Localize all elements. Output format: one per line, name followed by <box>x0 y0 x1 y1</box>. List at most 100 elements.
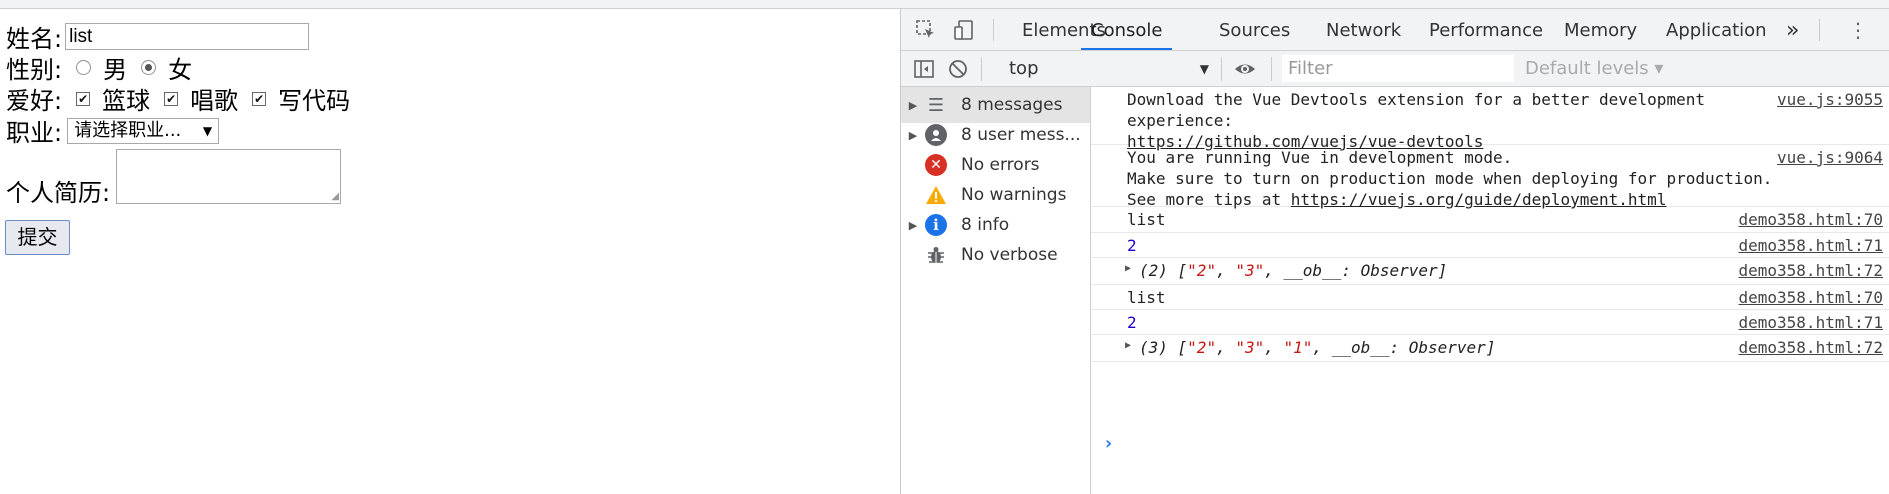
message-line: experience: <box>1127 111 1233 130</box>
console-message: 2 demo358.html:71 <box>1091 310 1889 335</box>
console-prompt-icon[interactable]: › <box>1103 433 1114 454</box>
tab-memory[interactable]: Memory <box>1564 9 1637 50</box>
console-message: 2 demo358.html:71 <box>1091 233 1889 258</box>
source-link[interactable]: vue.js:9064 <box>1777 147 1883 168</box>
sidebar-item-label: 8 info <box>961 215 1010 235</box>
name-input[interactable]: list <box>65 23 310 50</box>
hobby-coding-label: 写代码 <box>278 87 351 115</box>
array-count: (3) <box>1139 338 1168 357</box>
gender-male-label: 男 <box>103 56 128 84</box>
job-row: 职业: 请选择职业... ▼ <box>6 113 220 148</box>
sidebar-item-verbose[interactable]: No verbose <box>901 237 1090 273</box>
array-item: "3" <box>1235 261 1265 280</box>
tab-separator <box>1819 19 1820 41</box>
array-tail: __ob__: Observer] <box>1283 261 1448 280</box>
source-link[interactable]: demo358.html:70 <box>1739 209 1884 230</box>
message-text: list <box>1127 210 1166 229</box>
tab-performance[interactable]: Performance <box>1429 9 1543 50</box>
devtools-tab-bar: Elements Console Sources Network Perform… <box>901 9 1889 51</box>
array-item: "1" <box>1283 338 1313 357</box>
message-line: Download the Vue Devtools extension for … <box>1127 90 1705 109</box>
name-row: 姓名: list <box>6 19 310 54</box>
console-message[interactable]: ▶ (2) ["2", "3", __ob__: Observer] demo3… <box>1091 258 1889 285</box>
hobby-label: 爱好: <box>6 87 63 115</box>
array-item: "3" <box>1235 338 1265 357</box>
gender-label: 性别: <box>6 56 63 84</box>
user-icon <box>925 124 947 146</box>
tab-console[interactable]: Console <box>1081 9 1173 50</box>
tab-separator <box>993 19 994 41</box>
resize-grip-icon[interactable]: ◢ <box>331 192 339 202</box>
sidebar-item-label: No errors <box>961 155 1040 175</box>
toolbar-separator <box>1221 57 1222 81</box>
source-link[interactable]: demo358.html:71 <box>1739 312 1884 333</box>
clear-console-icon[interactable] <box>947 58 969 80</box>
console-toolbar: top ▼ Filter Default levels ▾ <box>901 51 1889 87</box>
warning-icon <box>925 184 947 206</box>
live-expression-eye-icon[interactable] <box>1233 58 1255 80</box>
expand-triangle-icon[interactable]: ▶ <box>1125 263 1131 274</box>
inspect-element-icon[interactable] <box>915 19 937 41</box>
sidebar-item-label: 8 messages <box>961 95 1063 115</box>
array-item: "2" <box>1187 261 1217 280</box>
console-message[interactable]: ▶ (3) ["2", "3", "1", __ob__: Observer] … <box>1091 335 1889 362</box>
info-icon: i <box>925 214 947 236</box>
browser-top-strip <box>0 0 1889 9</box>
more-tabs-button[interactable]: » <box>1786 9 1799 50</box>
console-sidebar: ▶ ☰ 8 messages ▶ 8 user mess... ✕ No err… <box>901 87 1091 494</box>
expand-triangle-icon[interactable]: ▶ <box>901 99 925 112</box>
job-select[interactable]: 请选择职业... ▼ <box>67 117 220 144</box>
console-message: Download the Vue Devtools extension for … <box>1091 87 1889 151</box>
array-item: "2" <box>1187 338 1217 357</box>
context-select[interactable]: top ▼ <box>1009 57 1209 81</box>
hobby-checkbox-basketball[interactable]: ✔ <box>76 91 91 106</box>
select-arrow-icon: ▼ <box>202 123 213 138</box>
expand-triangle-icon[interactable]: ▶ <box>1125 340 1131 351</box>
tab-network[interactable]: Network <box>1326 9 1401 50</box>
source-link[interactable]: demo358.html:70 <box>1739 287 1884 308</box>
sidebar-item-label: No verbose <box>961 245 1058 265</box>
dropdown-arrow-icon: ▼ <box>1199 62 1209 76</box>
array-count: (2) <box>1139 261 1168 280</box>
source-link[interactable]: demo358.html:72 <box>1739 260 1884 281</box>
source-link[interactable]: vue.js:9055 <box>1777 89 1883 110</box>
console-output: Download the Vue Devtools extension for … <box>1091 87 1889 494</box>
source-link[interactable]: demo358.html:71 <box>1739 235 1884 256</box>
console-message: list demo358.html:70 <box>1091 285 1889 310</box>
hobby-checkbox-singing[interactable]: ✔ <box>164 91 179 106</box>
job-label: 职业: <box>6 119 63 147</box>
console-filter-input[interactable]: Filter <box>1282 55 1514 82</box>
array-preview[interactable]: (2) ["2", "3", __ob__: Observer] <box>1139 260 1447 281</box>
source-link[interactable]: demo358.html:72 <box>1739 337 1884 358</box>
message-number: 2 <box>1127 313 1137 332</box>
message-text: Download the Vue Devtools extension for … <box>1127 89 1705 152</box>
array-tail: __ob__: Observer] <box>1331 338 1496 357</box>
tab-sources[interactable]: Sources <box>1219 9 1290 50</box>
message-number: 2 <box>1127 236 1137 255</box>
gender-radio-female[interactable] <box>141 60 157 75</box>
message-line: You are running Vue in development mode. <box>1127 148 1513 167</box>
device-toolbar-icon[interactable] <box>953 19 975 41</box>
name-label: 姓名: <box>6 25 63 53</box>
array-preview[interactable]: (3) ["2", "3", "1", __ob__: Observer] <box>1139 337 1495 358</box>
devtools-panel: Elements Console Sources Network Perform… <box>900 9 1889 494</box>
expand-triangle-icon[interactable]: ▶ <box>901 129 925 142</box>
gender-radio-male[interactable] <box>76 60 92 75</box>
list-icon: ☰ <box>927 94 945 116</box>
bio-textarea[interactable]: ◢ <box>116 149 342 204</box>
hobby-basketball-label: 篮球 <box>102 87 151 115</box>
bio-row: 个人简历: ◢ <box>6 149 342 207</box>
page-form: 姓名: list 性别: 男 女 爱好: ✔ 篮球 ✔ 唱歌 ✔ 写代码 职业:… <box>0 9 900 494</box>
log-levels-dropdown[interactable]: Default levels ▾ <box>1525 55 1663 82</box>
tab-application[interactable]: Application <box>1666 9 1767 50</box>
sidebar-item-label: No warnings <box>961 185 1067 205</box>
hobby-checkbox-coding[interactable]: ✔ <box>252 91 267 106</box>
expand-triangle-icon[interactable]: ▶ <box>901 219 925 232</box>
toolbar-separator <box>1271 57 1272 81</box>
sidebar-item-label: 8 user mess... <box>961 125 1081 145</box>
submit-button[interactable]: 提交 <box>5 220 70 255</box>
kebab-menu-icon[interactable]: ⋮ <box>1847 19 1869 41</box>
job-select-value: 请选择职业... <box>74 119 182 141</box>
gender-row: 性别: 男 女 <box>6 50 192 85</box>
sidebar-toggle-icon[interactable] <box>913 58 935 80</box>
